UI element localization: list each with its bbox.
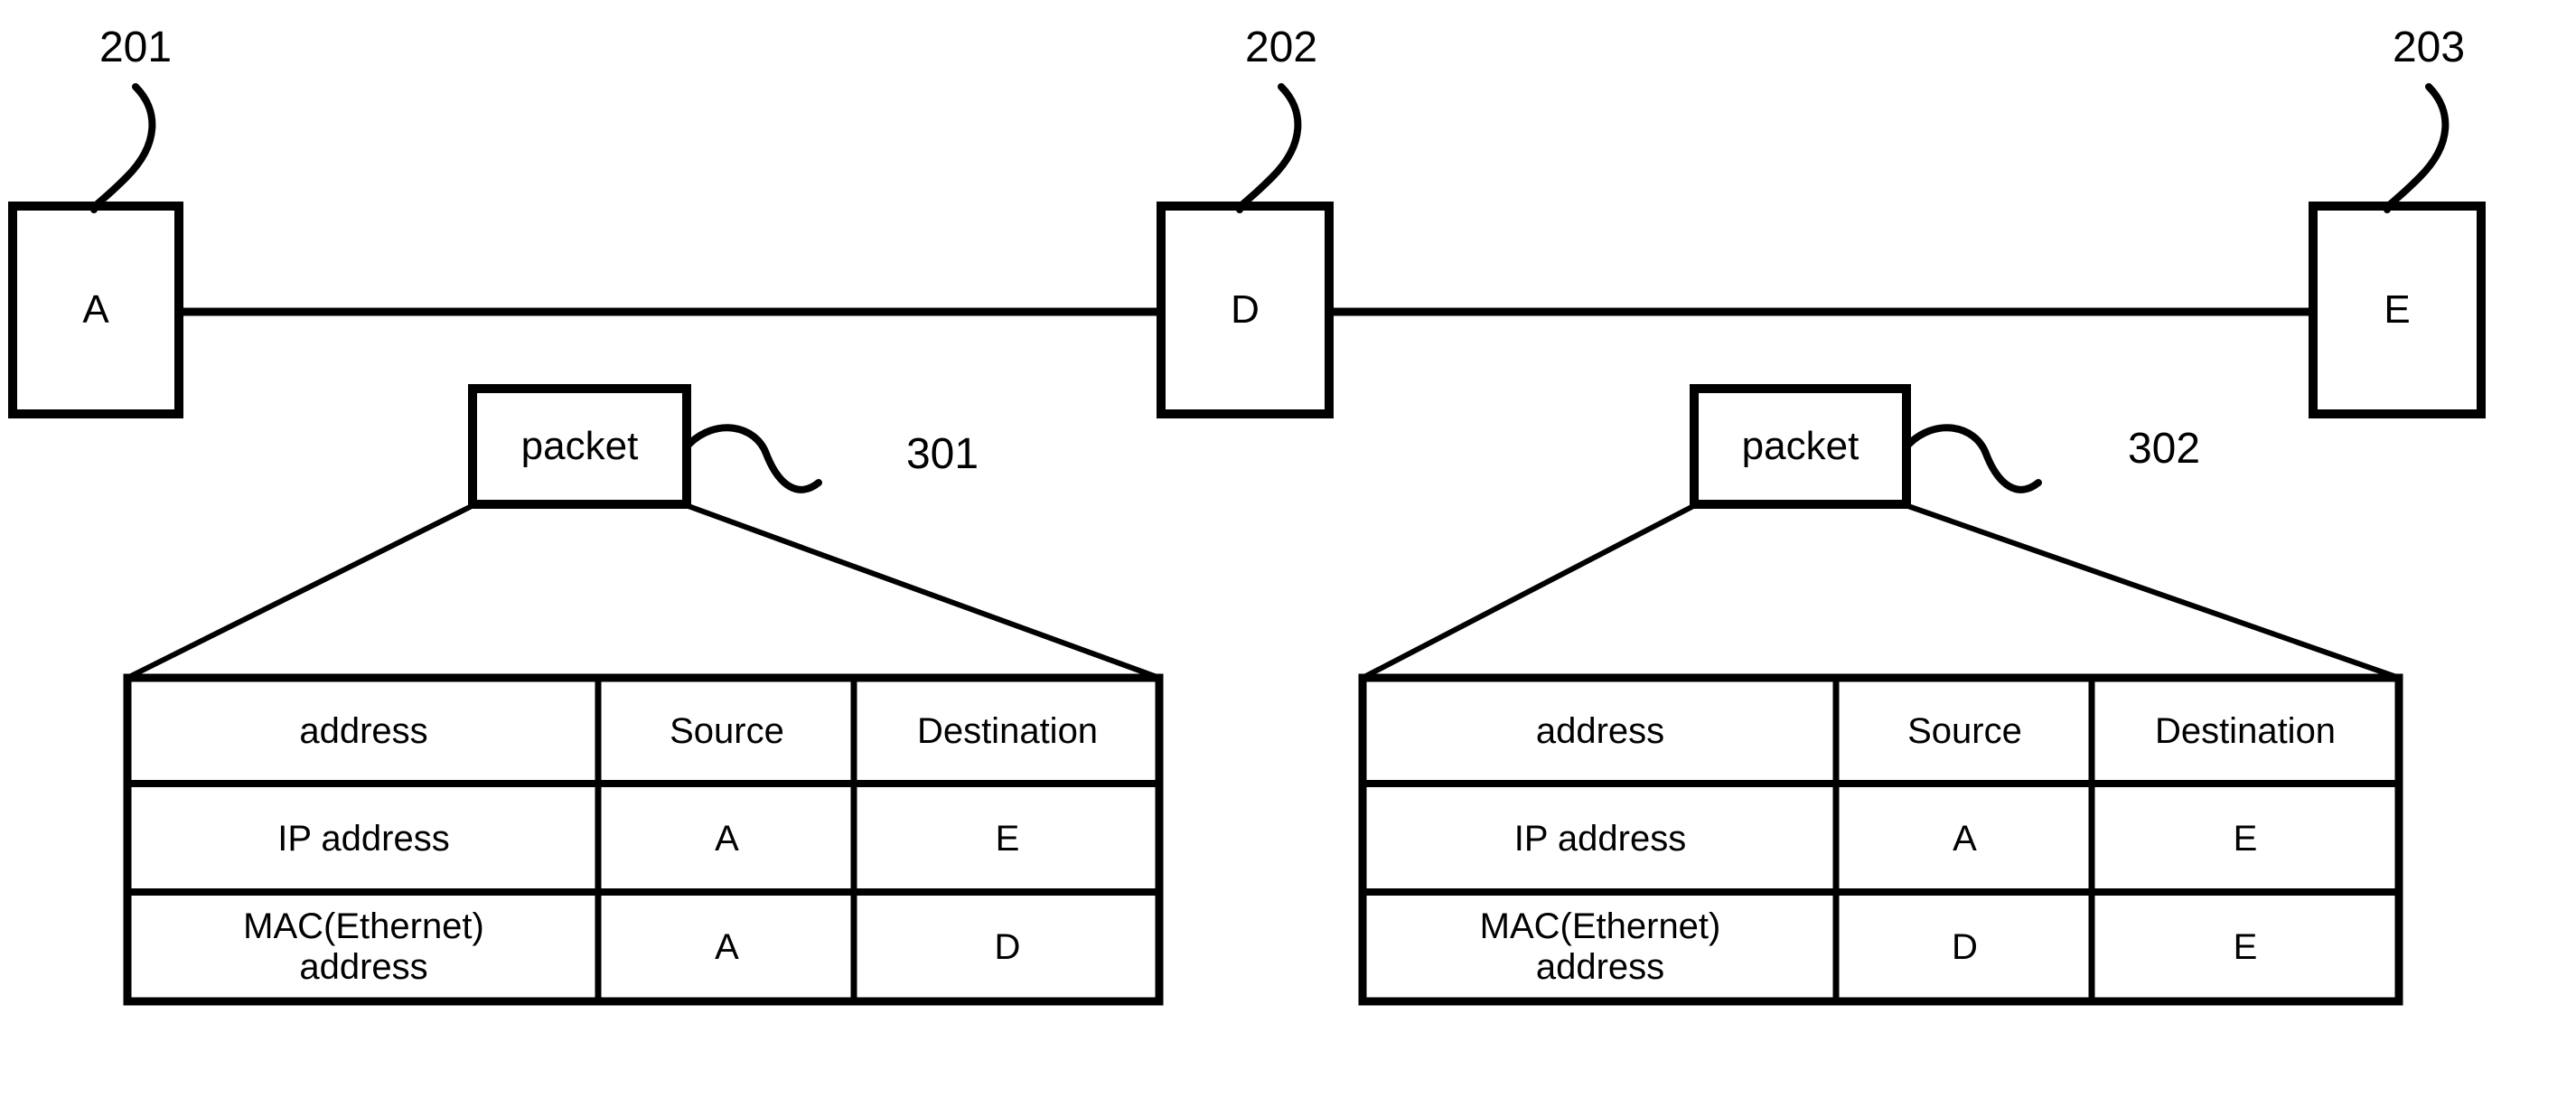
table-302-header-source-text: Source xyxy=(1907,710,2022,751)
ref-label-202-text: 202 xyxy=(1244,23,1318,72)
table-301-header-destination-text: Destination xyxy=(916,710,1099,751)
ref-label-201: 201 xyxy=(72,20,199,76)
ref-label-302-text: 302 xyxy=(2127,425,2201,474)
leader-curve-201 xyxy=(90,83,156,213)
table-301-row-0-label-text: IP address xyxy=(277,818,450,859)
ref-label-301: 301 xyxy=(875,427,1010,483)
leader-curve-302 xyxy=(1905,424,2042,493)
table-301-row-0-destination-text: E xyxy=(995,818,1020,859)
node-label-a-text: A xyxy=(82,286,109,332)
ref-label-203-text: 203 xyxy=(2392,23,2466,72)
table-302-row-0-source: A xyxy=(1840,785,2090,891)
patent-figure: 201 202 203 A D E packet packet 301 302 … xyxy=(0,0,2576,1108)
table-301-row-0-source: A xyxy=(602,785,852,891)
table-302-row-1-label: MAC(Ethernet) address xyxy=(1366,894,1834,1000)
table-302-header-destination-text: Destination xyxy=(2154,710,2337,751)
ref-label-302: 302 xyxy=(2096,421,2232,477)
ref-label-201-text: 201 xyxy=(98,23,173,72)
table-301-header-address: address xyxy=(131,680,596,782)
leader-curve-301 xyxy=(685,424,822,493)
ref-label-202: 202 xyxy=(1218,20,1344,76)
node-label-e: E xyxy=(2313,206,2481,414)
table-301-row-0-source-text: A xyxy=(715,818,739,859)
table-301-header-destination: Destination xyxy=(857,680,1157,782)
table-301-row-1-source-text: A xyxy=(715,926,739,967)
table-302-header-destination: Destination xyxy=(2095,680,2395,782)
table-301-header-source-text: Source xyxy=(670,710,784,751)
table-301-row-1-label: MAC(Ethernet) address xyxy=(131,894,596,1000)
table-302-row-1-destination: E xyxy=(2095,894,2395,1000)
ref-label-203: 203 xyxy=(2365,20,2492,76)
ref-label-301-text: 301 xyxy=(905,430,979,479)
table-302-row-1-source-text: D xyxy=(1952,926,1978,967)
fan-line-302-right xyxy=(1905,502,2400,681)
table-302-header-address-text: address xyxy=(1535,710,1665,751)
table-302-row-0-label-text: IP address xyxy=(1513,818,1687,859)
table-301-row-0-destination: E xyxy=(857,785,1157,891)
fan-line-301-right xyxy=(684,502,1161,681)
table-302-row-0-label: IP address xyxy=(1366,785,1834,891)
node-label-a: A xyxy=(13,206,179,414)
table-302-row-1-label-text: MAC(Ethernet) address xyxy=(1479,906,1721,987)
fan-line-302-left xyxy=(1361,502,1697,681)
table-301-row-1-source: A xyxy=(602,894,852,1000)
node-label-d-text: D xyxy=(1231,286,1260,332)
table-302-row-1-destination-text: E xyxy=(2233,926,2258,967)
leader-curve-203 xyxy=(2384,83,2450,213)
table-302-row-1-source: D xyxy=(1840,894,2090,1000)
table-302-header-source: Source xyxy=(1840,680,2090,782)
table-301-row-1-destination-text: D xyxy=(994,926,1021,967)
leader-curve-202 xyxy=(1236,83,1302,213)
table-302-row-0-destination-text: E xyxy=(2233,818,2258,859)
table-302-header-address: address xyxy=(1366,680,1834,782)
table-301-row-1-label-text: MAC(Ethernet) address xyxy=(243,906,484,987)
table-302-row-0-source-text: A xyxy=(1953,818,1977,859)
node-label-e-text: E xyxy=(2384,286,2411,332)
packet-label-301-text: packet xyxy=(520,423,639,468)
table-301-header-address-text: address xyxy=(299,710,428,751)
fan-line-301-left xyxy=(126,502,475,681)
packet-label-302-text: packet xyxy=(1741,423,1859,468)
table-301-row-1-destination: D xyxy=(857,894,1157,1000)
packet-label-301: packet xyxy=(473,389,687,504)
table-301-header-source: Source xyxy=(602,680,852,782)
table-301-row-0-label: IP address xyxy=(131,785,596,891)
packet-label-302: packet xyxy=(1694,389,1906,504)
table-302-row-0-destination: E xyxy=(2095,785,2395,891)
node-label-d: D xyxy=(1161,206,1329,414)
